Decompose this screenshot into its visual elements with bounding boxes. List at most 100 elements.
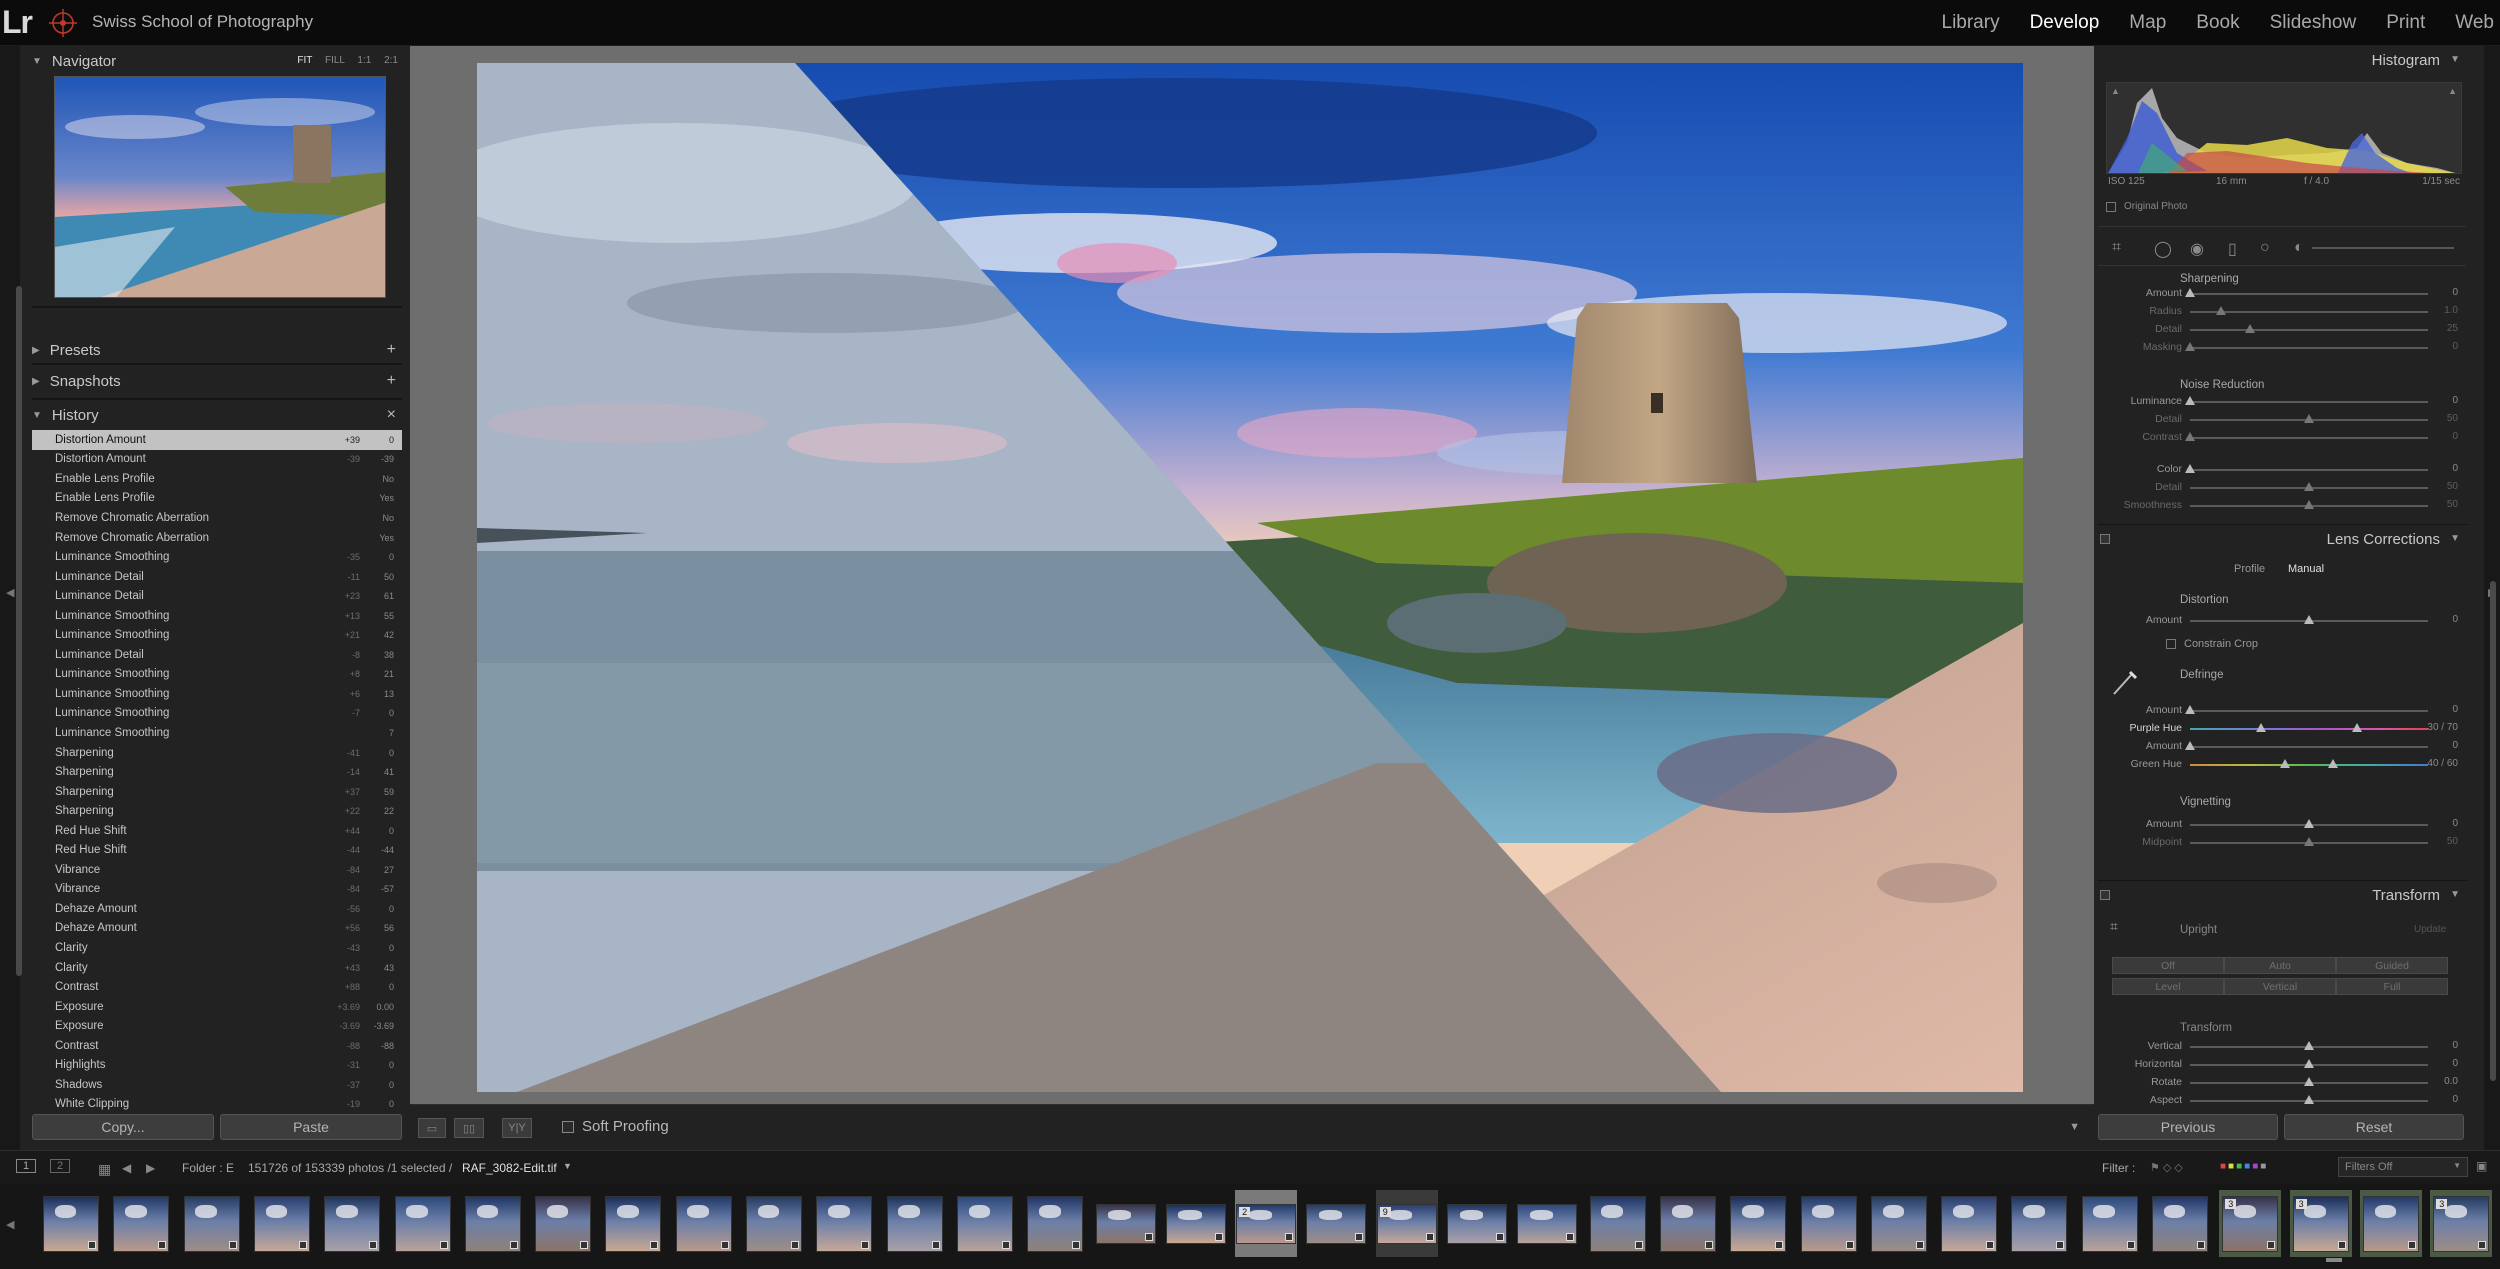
- filmstrip-thumbnail[interactable]: [605, 1195, 662, 1252]
- slider-thumb[interactable]: [2304, 500, 2314, 509]
- module-slideshow[interactable]: Slideshow: [2270, 12, 2357, 34]
- slider-value[interactable]: 0: [2452, 704, 2458, 715]
- filmstrip-thumbnail[interactable]: 9: [1376, 1203, 1437, 1244]
- history-item[interactable]: Luminance Smoothing 7: [32, 723, 402, 743]
- filmstrip-cell[interactable]: [181, 1190, 243, 1257]
- highlight-clipping-icon[interactable]: ▲: [2448, 86, 2457, 96]
- slider-thumb[interactable]: [2185, 288, 2195, 297]
- upright-off-button[interactable]: Off: [2112, 957, 2224, 974]
- slider-track[interactable]: [2190, 764, 2428, 766]
- constrain-crop-checkbox[interactable]: [2166, 639, 2176, 649]
- filmstrip-thumbnail[interactable]: [1800, 1195, 1857, 1252]
- snapshots-header[interactable]: ▶ Snapshots +: [32, 366, 402, 396]
- collapse-left-icon[interactable]: ◀: [6, 586, 14, 599]
- previous-button[interactable]: Previous: [2098, 1114, 2278, 1140]
- slider-thumb[interactable]: [2351, 723, 2362, 732]
- history-item[interactable]: Vibrance -84 -57: [32, 880, 402, 900]
- filmstrip-cell[interactable]: [1798, 1190, 1860, 1257]
- slider-value[interactable]: 40 / 60: [2427, 758, 2458, 769]
- history-item[interactable]: Contrast -88 -88: [32, 1036, 402, 1056]
- history-item[interactable]: Sharpening -41 0: [32, 743, 402, 763]
- history-item[interactable]: Red Hue Shift -44 -44: [32, 840, 402, 860]
- upright-level-button[interactable]: Level: [2112, 978, 2224, 995]
- slider-track[interactable]: [2190, 329, 2428, 331]
- filmstrip-cell[interactable]: [2359, 1190, 2422, 1257]
- loupe-view-icon[interactable]: ▭: [418, 1118, 446, 1138]
- history-item[interactable]: Luminance Smoothing -7 0: [32, 704, 402, 724]
- filmstrip-thumbnail[interactable]: [1517, 1203, 1578, 1244]
- back-arrow-icon[interactable]: ◀: [122, 1161, 131, 1175]
- filmstrip-thumbnail[interactable]: 2: [1236, 1203, 1297, 1244]
- stack-count-badge[interactable]: 3: [2436, 1198, 2448, 1209]
- history-item[interactable]: Dehaze Amount -56 0: [32, 899, 402, 919]
- zoom-fit[interactable]: FIT: [297, 55, 312, 66]
- left-panel-scrollbar[interactable]: [16, 286, 22, 976]
- graduated-filter-icon[interactable]: ▯: [2228, 239, 2237, 259]
- panel-switch-icon[interactable]: [2100, 890, 2110, 900]
- filmstrip-thumbnail[interactable]: [2081, 1195, 2138, 1252]
- tab-manual[interactable]: Manual: [2288, 563, 2324, 575]
- tool-slider-track[interactable]: [2312, 247, 2454, 249]
- history-item[interactable]: Luminance Smoothing +8 21: [32, 665, 402, 685]
- filmstrip-thumbnail[interactable]: [2362, 1195, 2419, 1252]
- slider-thumb[interactable]: [2304, 1095, 2314, 1104]
- filmstrip-thumbnail[interactable]: [2152, 1195, 2208, 1252]
- slider-value[interactable]: 0: [2452, 431, 2458, 442]
- filmstrip-cell[interactable]: [743, 1190, 805, 1257]
- filmstrip-cell[interactable]: [813, 1190, 875, 1257]
- filmstrip-cell[interactable]: 9: [1375, 1190, 1438, 1257]
- history-item[interactable]: White Clipping -19 0: [32, 1095, 402, 1115]
- zoom-1-1[interactable]: 1:1: [357, 55, 371, 66]
- slider-track[interactable]: [2190, 469, 2428, 471]
- filmstrip-cell[interactable]: [110, 1190, 172, 1257]
- filmstrip-cell[interactable]: [392, 1190, 454, 1257]
- slider-thumb[interactable]: [2304, 819, 2314, 828]
- crop-guided-icon[interactable]: ⌗: [2110, 918, 2118, 935]
- main-window-button[interactable]: 1: [16, 1159, 37, 1173]
- slider-thumb[interactable]: [2327, 759, 2338, 768]
- color-label-filters[interactable]: ■■■■■■: [2220, 1161, 2268, 1172]
- slider-thumb[interactable]: [2185, 705, 2195, 714]
- filmstrip-cell[interactable]: [321, 1190, 383, 1257]
- filmstrip-cell[interactable]: 3: [2219, 1190, 2282, 1257]
- stack-count-badge[interactable]: 3: [2295, 1198, 2307, 1209]
- slider-value[interactable]: 0: [2452, 287, 2458, 298]
- slider-thumb[interactable]: [2185, 396, 2195, 405]
- filmstrip-cell[interactable]: [2079, 1190, 2141, 1257]
- add-preset-icon[interactable]: +: [387, 341, 396, 359]
- history-item[interactable]: Enable Lens Profile No: [32, 469, 402, 489]
- filmstrip-thumbnail[interactable]: [1027, 1195, 1084, 1252]
- history-item[interactable]: Clarity -43 0: [32, 938, 402, 958]
- slider-track[interactable]: [2190, 746, 2428, 748]
- filmstrip-thumbnail[interactable]: [253, 1195, 310, 1252]
- main-photo-before-after[interactable]: [477, 63, 2023, 1092]
- slider-value[interactable]: 30 / 70: [2427, 722, 2458, 733]
- module-web[interactable]: Web: [2455, 12, 2494, 34]
- history-item[interactable]: Vibrance -84 27: [32, 860, 402, 880]
- filmstrip-thumbnail[interactable]: 3: [2292, 1195, 2349, 1252]
- history-item[interactable]: Luminance Smoothing +21 42: [32, 625, 402, 645]
- filmstrip-thumbnail[interactable]: 3: [2433, 1195, 2490, 1252]
- slider-thumb[interactable]: [2256, 723, 2267, 732]
- filmstrip-thumbnail[interactable]: [1165, 1203, 1226, 1244]
- shadow-clipping-icon[interactable]: ▲: [2111, 86, 2120, 96]
- filmstrip-thumbnail[interactable]: [1306, 1203, 1367, 1244]
- slider-value[interactable]: 0: [2452, 1040, 2458, 1051]
- history-item[interactable]: Remove Chromatic Aberration Yes: [32, 528, 402, 548]
- slider-thumb[interactable]: [2304, 414, 2314, 423]
- filmstrip-cell[interactable]: [1446, 1190, 1508, 1257]
- crop-tool-icon[interactable]: ⌗: [2112, 239, 2121, 257]
- module-library[interactable]: Library: [1942, 12, 2000, 34]
- soft-proofing-checkbox[interactable]: [562, 1120, 574, 1133]
- tab-profile[interactable]: Profile: [2234, 563, 2265, 575]
- filmstrip-thumbnail[interactable]: [43, 1195, 99, 1252]
- slider-track[interactable]: [2190, 401, 2428, 403]
- history-item[interactable]: Luminance Smoothing -35 0: [32, 547, 402, 567]
- filmstrip-cell[interactable]: [2149, 1190, 2211, 1257]
- slider-track[interactable]: [2190, 728, 2428, 730]
- swap-before-after-icon[interactable]: Y|Y: [502, 1118, 532, 1138]
- filmstrip-thumbnail[interactable]: [1095, 1203, 1156, 1244]
- history-item[interactable]: Red Hue Shift +44 0: [32, 821, 402, 841]
- upright-auto-button[interactable]: Auto: [2224, 957, 2336, 974]
- slider-track[interactable]: [2190, 710, 2428, 712]
